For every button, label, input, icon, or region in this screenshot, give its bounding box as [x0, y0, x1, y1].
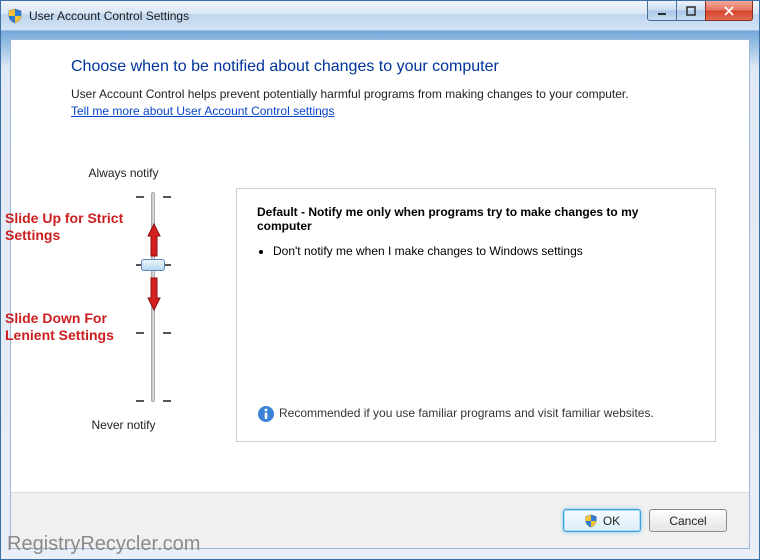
setting-title: Default - Notify me only when programs t…: [257, 205, 695, 233]
recommendation-text: Recommended if you use familiar programs…: [279, 405, 695, 423]
arrow-up-icon: [147, 222, 159, 252]
setting-description-panel: Default - Notify me only when programs t…: [236, 188, 716, 442]
ok-button[interactable]: OK: [563, 509, 641, 532]
notification-slider-thumb[interactable]: [141, 259, 165, 271]
window-title: User Account Control Settings: [29, 9, 753, 23]
setting-details: Don't notify me when I make changes to W…: [257, 243, 695, 259]
client-area: Choose when to be notified about changes…: [10, 39, 750, 549]
help-link[interactable]: Tell me more about User Account Control …: [71, 104, 334, 118]
ok-label: OK: [603, 514, 620, 528]
titlebar[interactable]: User Account Control Settings: [1, 1, 759, 31]
recommendation-row: Recommended if you use familiar programs…: [257, 405, 695, 423]
slider-area: Always notify Slide Up for Strict Settin…: [11, 160, 236, 450]
page-heading: Choose when to be notified about changes…: [71, 58, 749, 76]
maximize-button[interactable]: [676, 1, 706, 21]
uac-shield-icon: [7, 8, 23, 24]
annotation-lenient: Slide Down For Lenient Settings: [5, 310, 145, 344]
window-controls: [648, 1, 753, 21]
cancel-label: Cancel: [669, 514, 706, 528]
minimize-button[interactable]: [647, 1, 677, 21]
page-description: User Account Control helps prevent poten…: [71, 86, 679, 102]
cancel-button[interactable]: Cancel: [649, 509, 727, 532]
close-button[interactable]: [705, 1, 753, 21]
annotation-strict: Slide Up for Strict Settings: [5, 210, 135, 244]
uac-shield-icon: [584, 514, 598, 528]
arrow-down-icon: [147, 276, 159, 306]
info-icon: [257, 405, 279, 423]
uac-settings-window: User Account Control Settings Choose whe…: [0, 0, 760, 560]
slider-top-label: Always notify: [11, 166, 236, 180]
watermark: RegistryRecycler.com: [7, 533, 200, 556]
slider-bottom-label: Never notify: [11, 418, 236, 432]
setting-bullet: Don't notify me when I make changes to W…: [273, 243, 695, 259]
